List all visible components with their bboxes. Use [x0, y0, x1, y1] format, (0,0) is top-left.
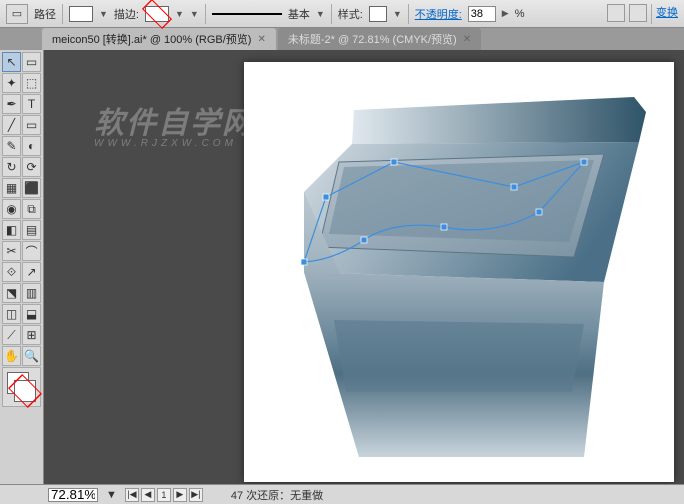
eraser-tool[interactable]: ⬓ [22, 304, 41, 324]
tab-document-2[interactable]: 未标题-2* @ 72.81% (CMYK/预览) ✕ [278, 28, 481, 50]
toolbox: ↖ ▭ ✦ ⬚ ✒ T ╱ ▭ ✎ ◐ ↻ ⟳ ▦ ⬛ ◉ ⧉ ◧ ▤ ✂ ⌒ … [0, 50, 44, 484]
document-tabs: meicon50 [转换].ai* @ 100% (RGB/预览) ✕ 未标题-… [0, 28, 684, 50]
rectangle-tool[interactable]: ▭ [22, 115, 41, 135]
align-icon[interactable] [629, 4, 647, 22]
close-icon[interactable]: ✕ [463, 34, 471, 45]
chevron-down-icon[interactable]: ▼ [175, 9, 184, 19]
transform-link[interactable]: 变换 [656, 4, 678, 24]
symbol-sprayer-tool[interactable]: ↗ [22, 262, 41, 282]
canvas[interactable]: 软件自学网 WWW.RJZXW.COM [44, 50, 684, 484]
artboard [244, 62, 674, 482]
artboard-number[interactable]: 1 [157, 488, 171, 502]
stroke-preview[interactable] [212, 13, 282, 15]
rotate-tool[interactable]: ↻ [2, 157, 21, 177]
style-swatch[interactable] [369, 6, 387, 22]
recolor-icon[interactable] [607, 4, 625, 22]
knife-tool[interactable]: ⊞ [22, 325, 41, 345]
magic-wand-tool[interactable]: ✦ [2, 73, 21, 93]
selection-tool[interactable]: ↖ [2, 52, 21, 72]
scissors-tool[interactable]: ⟋ [2, 325, 21, 345]
watermark: 软件自学网 WWW.RJZXW.COM [94, 98, 254, 149]
close-icon[interactable]: ✕ [257, 34, 265, 45]
prev-artboard-button[interactable]: ◀ [141, 488, 155, 502]
hand-tool[interactable]: ✋ [2, 346, 21, 366]
chevron-down-icon[interactable]: ▼ [316, 9, 325, 19]
line-tool[interactable]: ╱ [2, 115, 21, 135]
pencil-tool[interactable]: ◐ [22, 136, 41, 156]
perspective-tool[interactable]: ◧ [2, 220, 21, 240]
reflect-tool[interactable]: ⟳ [22, 157, 41, 177]
chevron-down-icon[interactable]: ▼ [393, 9, 402, 19]
first-artboard-button[interactable]: |◀ [125, 488, 139, 502]
slice-tool[interactable]: ◫ [2, 304, 21, 324]
mesh-tool[interactable]: ▤ [22, 220, 41, 240]
eyedropper-tool[interactable]: ⌒ [22, 241, 41, 261]
zoom-tool[interactable]: 🔍 [22, 346, 41, 366]
lasso-tool[interactable]: ⬚ [22, 73, 41, 93]
chevron-down-icon[interactable]: ▼ [106, 489, 117, 501]
tab-document-1[interactable]: meicon50 [转换].ai* @ 100% (RGB/预览) ✕ [42, 28, 276, 50]
stroke-label: 描边: [114, 6, 139, 22]
artboard-nav: |◀ ◀ 1 ▶ ▶| [125, 488, 203, 502]
chevron-down-icon[interactable]: ▼ [190, 9, 199, 19]
blend-tool[interactable]: ⟐ [2, 262, 21, 282]
undo-status: 47 次还原：无重做 [231, 487, 323, 503]
tab-label: meicon50 [转换].ai* @ 100% (RGB/预览) [52, 31, 251, 47]
tab-label: 未标题-2* @ 72.81% (CMYK/预览) [288, 31, 457, 47]
zoom-input[interactable] [48, 488, 98, 502]
last-artboard-button[interactable]: ▶| [189, 488, 203, 502]
path-label: 路径 [34, 6, 56, 22]
gradient-tool[interactable]: ✂ [2, 241, 21, 261]
shape-builder-tool[interactable]: ⧉ [22, 199, 41, 219]
style-label: 样式: [338, 6, 363, 22]
stroke-color[interactable] [14, 380, 36, 402]
column-graph-tool[interactable]: ⬔ [2, 283, 21, 303]
pen-tool[interactable]: ✒ [2, 94, 21, 114]
scale-tool[interactable]: ▦ [2, 178, 21, 198]
stroke-swatch[interactable] [145, 6, 169, 22]
opacity-link[interactable]: 不透明度: [415, 6, 462, 22]
type-tool[interactable]: T [22, 94, 41, 114]
status-bar: ▼ |◀ ◀ 1 ▶ ▶| 47 次还原：无重做 [0, 484, 684, 504]
options-bar: ▭ 路径 ▼ 描边: ▼ ▼ 基本 ▼ 样式: ▼ 不透明度: ▶ % 变换 [0, 0, 684, 28]
chevron-right-icon[interactable]: ▶ [502, 8, 509, 19]
free-transform-tool[interactable]: ◉ [2, 199, 21, 219]
direct-selection-tool[interactable]: ▭ [22, 52, 41, 72]
artboard-tool[interactable]: ▥ [22, 283, 41, 303]
opacity-input[interactable] [468, 6, 496, 22]
color-picker[interactable] [2, 367, 41, 407]
fill-swatch[interactable] [69, 6, 93, 22]
next-artboard-button[interactable]: ▶ [173, 488, 187, 502]
width-tool[interactable]: ⬛ [22, 178, 41, 198]
paintbrush-tool[interactable]: ✎ [2, 136, 21, 156]
no-selection-icon: ▭ [6, 4, 28, 24]
basic-label: 基本 [288, 6, 310, 22]
chevron-down-icon[interactable]: ▼ [99, 9, 108, 19]
